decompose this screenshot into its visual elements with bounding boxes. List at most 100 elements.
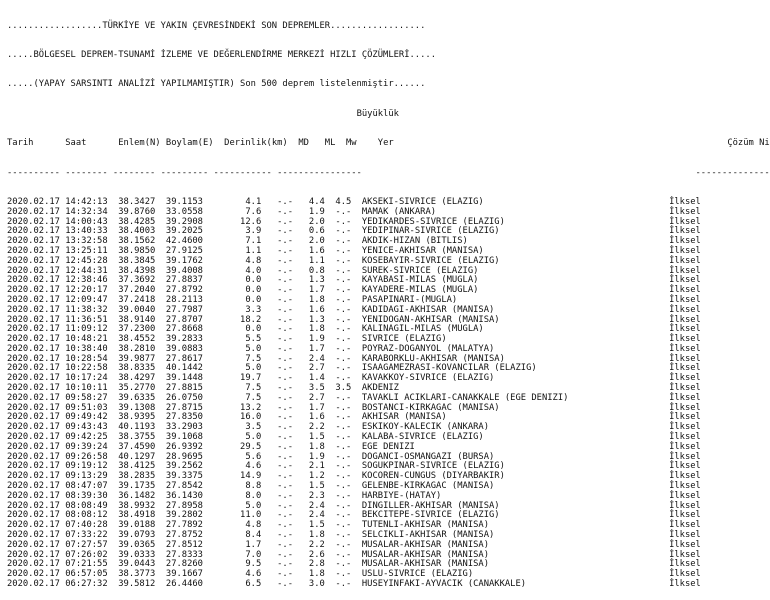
cell-boylam: 39.1153 [165,196,219,207]
cell-derinlik: 8.0 [218,490,272,501]
cell-enlem: 38.2835 [118,471,166,482]
cell-ml: 2.0 [303,236,331,247]
cell-enlem: 37.2418 [118,294,166,305]
earthquake-list-document: ..................TÜRKİYE VE YAKIN ÇEVRE… [7,2,770,600]
cell-derinlik: 1.1 [218,245,272,256]
cell-derinlik: 4.6 [218,569,272,580]
cell-md: -.- [271,510,304,521]
cell-md: -.- [271,422,304,433]
cell-yer: USLU-SIVRICE (ELAZIG) [361,569,670,580]
cell-ml: 1.5 [303,432,331,443]
cell-mw: -.- [330,432,362,443]
cell-mw: -.- [330,569,362,580]
cell-md: -.- [271,275,304,286]
cell-cozum: İlksel [669,510,701,521]
cell-saat: 06:57:05 [65,569,119,580]
cell-boylam: 40.1442 [165,363,219,374]
cell-saat: 13:25:11 [65,245,119,256]
cell-boylam: 27.8815 [165,383,219,394]
cell-mw: -.- [330,245,362,256]
cell-saat: 07:21:55 [65,559,119,570]
cell-derinlik: 4.8 [218,520,272,531]
cell-ml: 1.3 [303,275,331,286]
cell-cozum: İlksel [669,422,701,433]
cell-saat: 07:27:57 [65,539,119,550]
cell-md: -.- [271,441,304,452]
cell-yer: TAVAKLI ACIKLARI-CANAKKALE (EGE DENIZI) [361,392,670,403]
cell-tarih: 2020.02.17 [7,471,66,482]
cell-boylam: 27.8792 [165,285,219,296]
cell-tarih: 2020.02.17 [7,422,66,433]
cell-yer: ESKIKOY-KALECIK (ANKARA) [361,422,670,433]
cell-boylam: 27.8333 [165,549,219,560]
cell-cozum: İlksel [669,294,701,305]
cell-enlem: 36.1482 [118,490,166,501]
cell-yer: KAVAKKOY-SIVRICE (ELAZIG) [361,373,670,384]
magnitude-group-header: Büyüklük [7,109,770,120]
cell-saat: 11:38:32 [65,304,119,315]
cell-enlem: 38.4552 [118,334,166,345]
cell-cozum: İlksel [669,324,701,335]
column-underline-row: ---------- -------- -------- --------- -… [7,167,770,178]
cell-ml: 2.3 [303,490,331,501]
cell-enlem: 38.3755 [118,432,166,443]
cell-md: -.- [271,206,304,217]
column-header-enlem: Enlem(N) [118,138,166,149]
cell-mw: -.- [330,412,362,423]
cell-enlem: 39.8760 [118,206,166,217]
cell-yer: MUSALAR-AKHISAR (MANISA) [361,549,670,560]
cell-cozum: İlksel [669,245,701,256]
cell-boylam: 27.8512 [165,539,219,550]
cell-tarih: 2020.02.17 [7,549,66,560]
cell-yer: ISAAGAMEZRASI-KOVANCILAR (ELAZIG) [361,363,670,374]
cell-saat: 09:58:27 [65,392,119,403]
cell-md: -.- [271,383,304,394]
cell-ml: 2.1 [303,461,331,472]
cell-enlem: 38.4297 [118,373,166,384]
cell-yer: KOSEBAYIR-SIVRICE (ELAZIG) [361,255,670,266]
cell-derinlik: 3.9 [218,226,272,237]
cell-boylam: 26.0750 [165,392,219,403]
cell-ml: 3.0 [303,579,331,590]
cell-enlem: 38.3773 [118,569,166,580]
cell-tarih: 2020.02.17 [7,383,66,394]
cell-yer: POYRAZ-DOGANYOL (MALATYA) [361,343,670,354]
cell-enlem: 39.0333 [118,549,166,560]
cell-enlem: 38.9140 [118,314,166,325]
cell-boylam: 36.1430 [165,490,219,501]
cell-tarih: 2020.02.17 [7,569,66,580]
cell-yer: EGE DENIZI [361,441,670,452]
cell-tarih: 2020.02.17 [7,304,66,315]
cell-saat: 13:32:58 [65,236,119,247]
cell-cozum: İlksel [669,490,701,501]
cell-boylam: 27.8542 [165,481,219,492]
cell-tarih: 2020.02.17 [7,461,66,472]
cell-saat: 08:39:30 [65,490,119,501]
cell-cozum: İlksel [669,539,701,550]
cell-enlem: 38.9850 [118,245,166,256]
cell-md: -.- [271,471,304,482]
cell-mw: -.- [330,255,362,266]
cell-enlem: 37.4590 [118,441,166,452]
cell-enlem: 38.9395 [118,412,166,423]
column-header-boylam: Boylam(E) [165,138,225,149]
cell-saat: 09:39:24 [65,441,119,452]
cell-derinlik: 6.5 [218,579,272,590]
cell-derinlik: 3.3 [218,304,272,315]
cell-boylam: 33.2903 [165,422,219,433]
cell-mw: -.- [330,579,362,590]
cell-ml: 1.8 [303,569,331,580]
cell-saat: 09:43:43 [65,422,119,433]
cell-boylam: 27.8707 [165,314,219,325]
cell-ml: 1.3 [303,314,331,325]
cell-saat: 07:40:28 [65,520,119,531]
cell-mw: 3.5 [330,383,362,394]
cell-mw: 4.5 [330,196,362,207]
cell-cozum: İlksel [669,559,701,570]
cell-mw: -.- [330,334,362,345]
cell-yer: SIVRICE (ELAZIG) [361,334,670,345]
cell-ml: 0.6 [303,226,331,237]
cell-cozum: İlksel [669,461,701,472]
cell-yer: AKSEKI-SIVRICE (ELAZIG) [361,196,670,207]
earthquake-rows: 2020.02.17 14:42:13 38.3427 39.1153 4.1 … [7,196,770,590]
